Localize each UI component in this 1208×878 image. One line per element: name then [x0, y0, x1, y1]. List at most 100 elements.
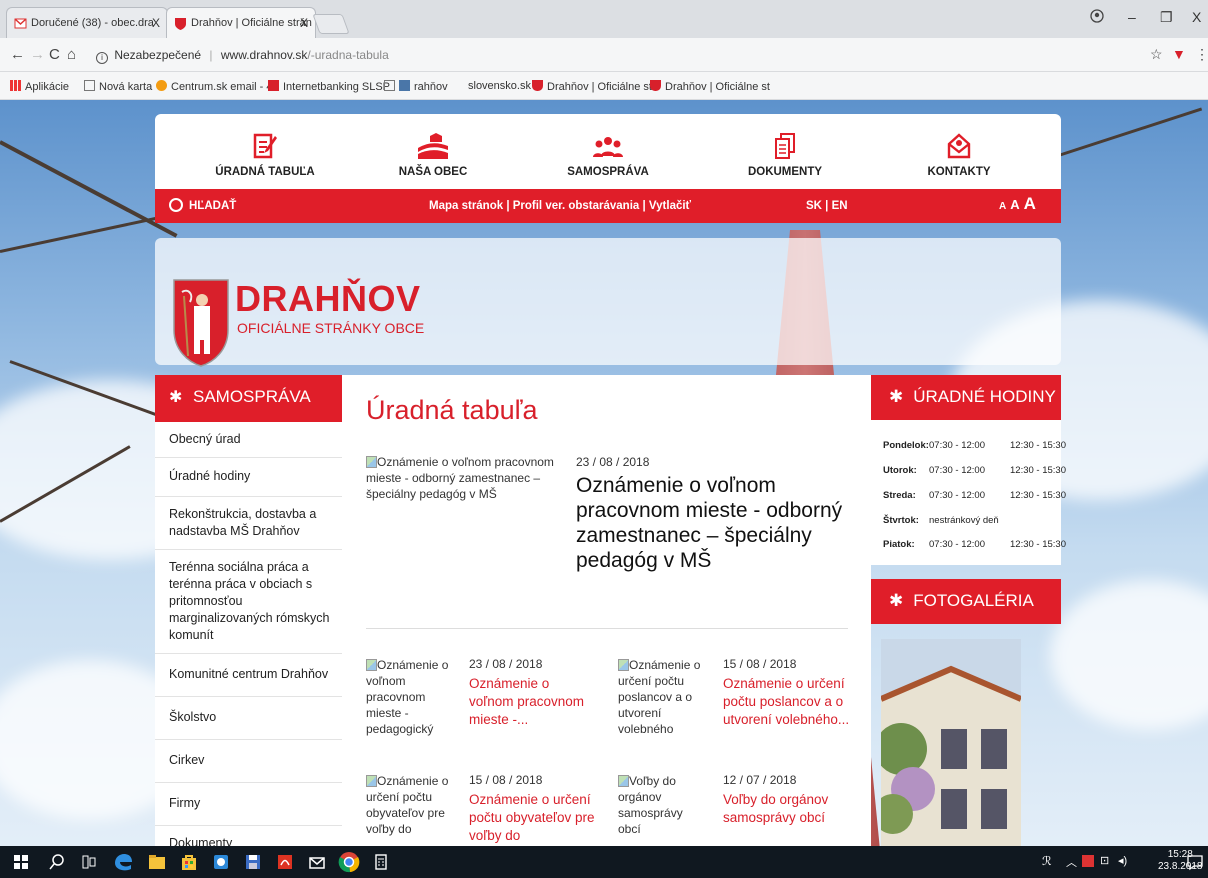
site-subtitle: OFICIÁLNE STRÁNKY OBCE	[237, 320, 425, 336]
info-icon[interactable]: i	[96, 52, 108, 64]
post-title-link[interactable]: Oznámenie o voľnom pracovnom mieste -...	[469, 675, 597, 729]
featured-image[interactable]: Oznámenie o voľnom pracovnom mieste - od…	[366, 454, 556, 502]
post-image[interactable]: Oznámenie o určení počtu obyvateľov pre …	[366, 773, 456, 846]
nav-nasa-obec[interactable]: NAŠA OBEC	[363, 132, 503, 178]
notification-icon[interactable]	[1186, 853, 1204, 871]
calculator-icon[interactable]	[372, 853, 390, 871]
font-size-large[interactable]: A	[1024, 194, 1036, 213]
page-icon	[84, 80, 95, 91]
bookmark-drahnov-1[interactable]: Drahňov | Oficiálne st	[532, 80, 652, 93]
nav-samosprava[interactable]: SAMOSPRÁVA	[538, 132, 678, 178]
main-content: Úradná tabuľa Oznámenie o voľnom pracovn…	[342, 375, 871, 846]
village-landscape-icon	[418, 133, 448, 159]
tab-drahnov[interactable]: Drahňov | Oficiálne strán X	[166, 7, 316, 38]
tab-close-button[interactable]: X	[300, 16, 308, 30]
nav-kontakty[interactable]: KONTAKTY	[889, 132, 1029, 178]
pdf-reader-icon[interactable]	[276, 853, 294, 871]
antivirus-icon[interactable]	[1082, 855, 1094, 867]
sidebar-item-terenna-socialna-praca[interactable]: Terénna sociálna práca a terénna práca v…	[155, 550, 342, 654]
star-icon[interactable]: ☆	[1150, 46, 1163, 63]
sidebar-item-dokumenty[interactable]: Dokumenty	[155, 826, 342, 846]
bookmark-internetbanking[interactable]: Internetbanking SLSP	[268, 80, 390, 93]
extension-shield-icon[interactable]: ▼	[1172, 46, 1186, 62]
building-icon	[399, 80, 410, 91]
font-size-medium[interactable]: A	[1010, 197, 1019, 212]
home-icon[interactable]: ⌂	[67, 46, 76, 63]
office-hours-table: Pondelok:07:30 - 12:00 12:30 - 15:30 Utor…	[871, 420, 1066, 565]
menu-dots-icon[interactable]: ⋮	[1195, 46, 1208, 63]
sidebar-item-firmy[interactable]: Firmy	[155, 783, 342, 826]
browser-tab-strip: Doručené (38) - obec.dra X Drahňov | Ofi…	[0, 0, 1208, 38]
search-icon[interactable]	[48, 853, 66, 871]
url-path: /-uradna-tabula	[307, 48, 389, 62]
gallery-photo[interactable]	[873, 639, 1023, 846]
profile-icon[interactable]	[1090, 9, 1104, 26]
gmail-icon	[14, 17, 27, 30]
utility-links[interactable]: Mapa stránok | Profil ver. obstarávania …	[429, 200, 691, 212]
bookmark-slovensko[interactable]: slovensko.sk	[468, 80, 531, 92]
forward-arrow-icon[interactable]: →	[30, 46, 45, 63]
right-sidebar: ✱ ÚRADNÉ HODINY Pondelok:07:30 - 12:00 12:…	[871, 375, 1066, 846]
task-view-icon[interactable]	[80, 853, 98, 871]
featured-date: 23 / 08 / 2018	[576, 455, 650, 469]
coat-of-arms-logo[interactable]	[172, 278, 230, 368]
post-title-link[interactable]: Oznámenie o určení počtu poslancov a o u…	[723, 675, 853, 729]
sidebar-item-obecny-urad[interactable]: Obecný úrad	[155, 422, 342, 458]
volume-icon[interactable]: ◂)	[1118, 854, 1127, 867]
file-explorer-icon[interactable]	[148, 853, 166, 871]
sidebar-item-rekonstrukcia-ms[interactable]: Rekonštrukcia, dostavba a nadstavba MŠ D…	[155, 497, 342, 550]
bookmark-drahnov-page[interactable]: rahňov	[384, 80, 448, 93]
sidebar-item-cirkev[interactable]: Cirkev	[155, 740, 342, 783]
office-hours-heading: ✱ ÚRADNÉ HODINY	[871, 375, 1061, 420]
search-button[interactable]: HĽADAŤ	[169, 198, 236, 212]
maximize-button[interactable]: ❐	[1160, 9, 1173, 26]
broken-image-icon	[366, 659, 377, 671]
page-icon	[384, 80, 395, 91]
sidebar-item-komunitne-centrum[interactable]: Komunitné centrum Drahňov	[155, 654, 342, 697]
post-image[interactable]: Oznámenie o určení počtu poslancov a o u…	[618, 657, 708, 737]
outlook-icon[interactable]	[212, 853, 230, 871]
nav-dokumenty[interactable]: DOKUMENTY	[715, 132, 855, 178]
store-icon[interactable]	[180, 853, 198, 871]
back-arrow-icon[interactable]: ←	[10, 46, 25, 63]
chrome-icon[interactable]	[338, 851, 360, 873]
network-icon[interactable]: ⊡	[1100, 854, 1109, 867]
security-label: Nezabezpečené	[114, 48, 202, 62]
address-bar[interactable]: i Nezabezpečené | www.drahnov.sk/-uradna…	[86, 43, 1136, 67]
site-title[interactable]: DRAHŇOV	[235, 278, 421, 320]
windows-start-icon[interactable]	[12, 853, 30, 871]
people-group-icon	[593, 137, 623, 157]
tab-gmail[interactable]: Doručené (38) - obec.dra X	[6, 7, 168, 38]
close-window-button[interactable]: X	[1192, 9, 1201, 25]
people-icon[interactable]: ℛ	[1042, 854, 1052, 868]
post-title-link[interactable]: Oznámenie o určení počtu obyvateľov pre …	[469, 791, 597, 846]
reload-icon[interactable]: C	[49, 46, 60, 63]
crest-icon	[174, 17, 187, 30]
crest-icon	[650, 80, 661, 91]
nav-uradna-tabula[interactable]: ÚRADNÁ TABUĽA	[195, 132, 335, 178]
language-switcher[interactable]: SK | EN	[806, 200, 848, 212]
bookmark-apps[interactable]: Aplikácie	[10, 80, 69, 93]
bookmark-drahnov-2[interactable]: Drahňov | Oficiálne st	[650, 80, 770, 93]
mail-icon[interactable]	[308, 853, 326, 871]
post-date: 15 / 08 / 2018	[469, 773, 543, 787]
tab-close-button[interactable]: X	[152, 16, 160, 30]
post-image[interactable]: Voľby do orgánov samosprávy obcí	[618, 773, 708, 846]
new-tab-button[interactable]	[312, 14, 350, 34]
font-size-small[interactable]: A	[999, 201, 1006, 212]
sidebar-item-uradne-hodiny[interactable]: Úradné hodiny	[155, 458, 342, 497]
sidebar-item-skolstvo[interactable]: Školstvo	[155, 697, 342, 740]
main-navigation: ÚRADNÁ TABUĽA NAŠA OBEC SAMOSPRÁVA DOKUM…	[155, 114, 1061, 189]
hours-row: Štvrtok: nestránkový deň	[883, 515, 999, 526]
minimize-button[interactable]: –	[1128, 9, 1136, 25]
save-disk-icon[interactable]	[244, 853, 262, 871]
edge-browser-icon[interactable]	[112, 851, 134, 873]
chevron-up-icon[interactable]: ︿	[1066, 854, 1077, 870]
post-title-link[interactable]: Voľby do orgánov samosprávy obcí	[723, 791, 853, 827]
post-image[interactable]: Oznámenie o voľnom pracovnom mieste - pe…	[366, 657, 456, 737]
bookmark-centrum[interactable]: Centrum.sk email - 4	[156, 80, 272, 93]
crest-icon	[532, 80, 543, 91]
featured-title[interactable]: Oznámenie o voľnom pracovnom mieste - od…	[576, 473, 856, 573]
broken-image-icon	[618, 775, 629, 787]
bookmark-new-tab[interactable]: Nová karta	[84, 80, 152, 93]
